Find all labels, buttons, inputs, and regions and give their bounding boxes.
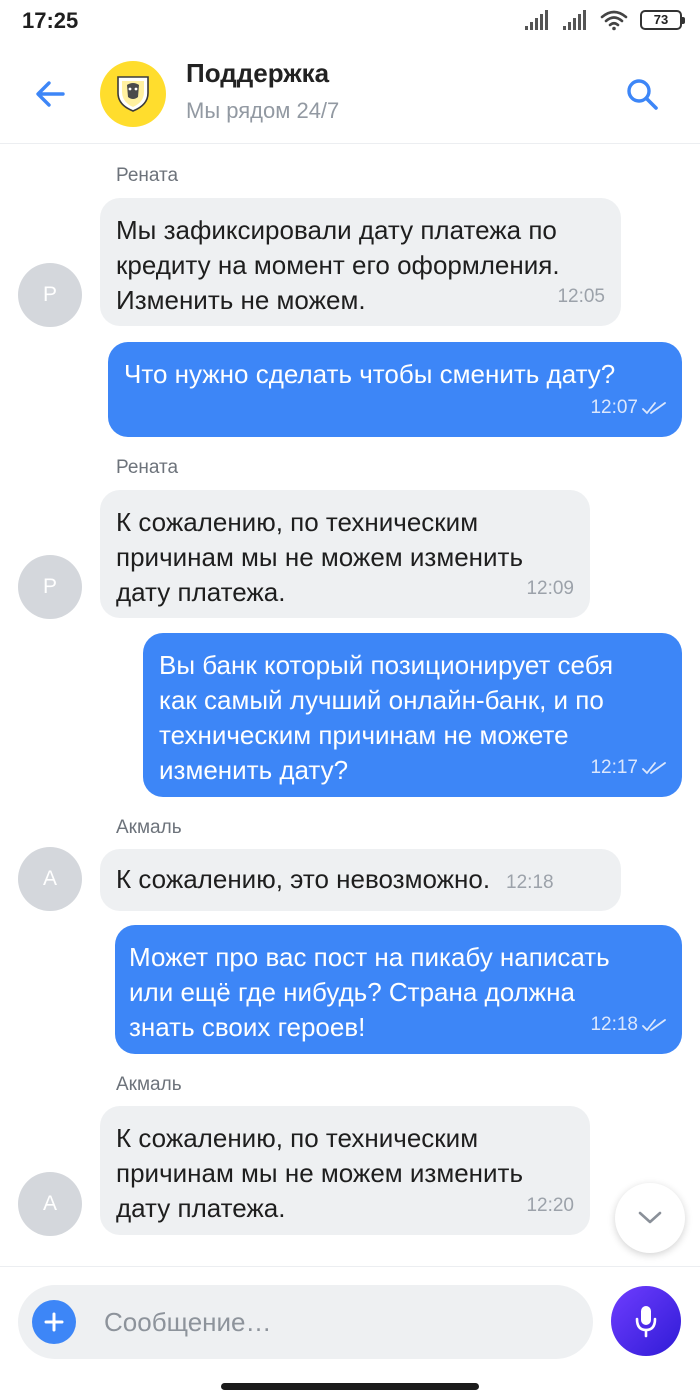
avatar[interactable]: Р — [18, 555, 82, 619]
message-bubble-outgoing[interactable]: Может про вас пост на пикабу написать ил… — [115, 925, 682, 1054]
microphone-icon — [635, 1306, 657, 1338]
avatar[interactable]: А — [18, 847, 82, 911]
chat-subtitle: Мы рядом 24/7 — [186, 98, 340, 123]
signal-icon-2 — [563, 10, 586, 30]
message-time: 12:05 — [557, 286, 605, 307]
message-time: 12:20 — [526, 1195, 574, 1216]
sender-name: Рената — [116, 165, 179, 186]
message-text: Мы зафиксировали дату платежа по кредиту… — [116, 215, 560, 315]
wifi-icon — [600, 10, 628, 31]
message-text: К сожалению, это невозможно. — [116, 864, 491, 894]
back-button[interactable] — [26, 74, 74, 114]
status-icons: 73 — [524, 9, 685, 31]
message-time: 12:18 — [506, 872, 554, 893]
status-bar: 17:25 73 — [0, 0, 700, 44]
message-text: К сожалению, по техническим причинам мы … — [116, 1123, 523, 1223]
chevron-down-icon — [638, 1211, 662, 1224]
avatar[interactable]: А — [18, 1172, 82, 1236]
message-text: К сожалению, по техническим причинам мы … — [116, 507, 523, 607]
chat-header: Поддержка Мы рядом 24/7 — [0, 44, 700, 144]
message-bubble-outgoing[interactable]: Что нужно сделать чтобы сменить дату? 12… — [108, 342, 682, 437]
bank-logo[interactable] — [100, 61, 166, 127]
message-input-wrapper — [18, 1285, 593, 1359]
attach-button[interactable] — [32, 1300, 76, 1344]
message-bubble-incoming[interactable]: К сожалению, по техническим причинам мы … — [100, 490, 590, 618]
double-check-icon — [642, 761, 666, 774]
search-button[interactable] — [620, 72, 664, 116]
message-time: 12:17 — [590, 750, 666, 785]
message-bubble-incoming[interactable]: Мы зафиксировали дату платежа по кредиту… — [100, 198, 621, 326]
plus-icon — [44, 1312, 64, 1332]
search-icon — [627, 79, 658, 110]
message-text: Что нужно сделать чтобы сменить дату? — [124, 359, 616, 389]
message-composer — [0, 1266, 700, 1400]
home-indicator[interactable] — [221, 1383, 479, 1390]
message-text: Может про вас пост на пикабу написать ил… — [129, 942, 610, 1042]
message-input[interactable] — [104, 1285, 574, 1359]
double-check-icon — [642, 401, 666, 414]
chat-screen: 17:25 73 Поддержка Мы рядом 24/7 Рената … — [0, 0, 700, 1400]
message-bubble-incoming[interactable]: К сожалению, по техническим причинам мы … — [100, 1106, 590, 1235]
sender-name: Акмаль — [116, 817, 182, 838]
chat-title: Поддержка — [186, 58, 330, 88]
message-bubble-outgoing[interactable]: Вы банк который позиционирует себя как с… — [143, 633, 682, 797]
message-time: 12:09 — [526, 578, 574, 599]
battery-icon: 73 — [640, 10, 685, 30]
avatar[interactable]: Р — [18, 263, 82, 327]
battery-level: 73 — [653, 12, 669, 27]
bank-logo-icon — [117, 76, 149, 112]
scroll-to-bottom-button[interactable] — [615, 1183, 685, 1253]
message-time: 12:07 — [590, 390, 666, 425]
message-bubble-incoming[interactable]: К сожалению, это невозможно. 12:18 — [100, 849, 621, 911]
signal-icon — [525, 10, 548, 30]
back-arrow-icon — [36, 81, 65, 107]
double-check-icon — [642, 1018, 666, 1031]
status-time: 17:25 — [22, 8, 79, 33]
sender-name: Акмаль — [116, 1074, 182, 1095]
voice-message-button[interactable] — [611, 1286, 681, 1356]
message-time: 12:18 — [590, 1007, 666, 1042]
message-list[interactable]: Рената Р Мы зафиксировали дату платежа п… — [0, 145, 700, 1265]
sender-name: Рената — [116, 457, 179, 478]
